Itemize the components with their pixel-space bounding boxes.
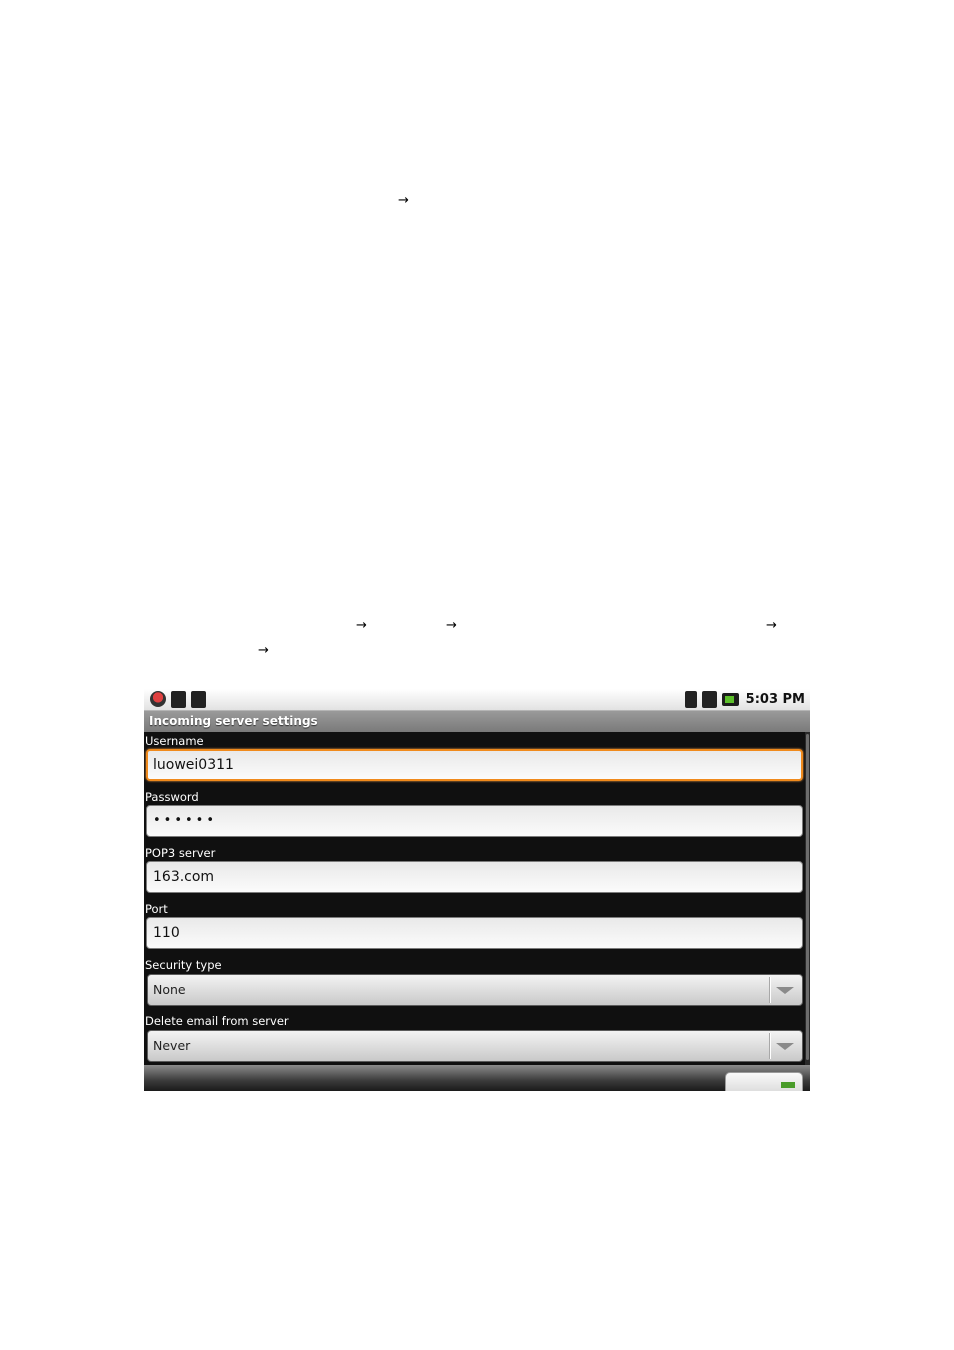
security-type-dropdown[interactable]: None bbox=[147, 974, 803, 1006]
dropdown-divider bbox=[769, 1033, 770, 1059]
arrow-glyph-5: → bbox=[258, 643, 269, 658]
port-label: Port bbox=[145, 902, 168, 916]
chevron-down-icon bbox=[776, 1043, 794, 1050]
arrow-glyph-2: → bbox=[356, 618, 367, 633]
battery-icon bbox=[721, 693, 739, 706]
security-type-label: Security type bbox=[145, 958, 222, 972]
status-bar: 5:03 PM bbox=[144, 689, 810, 711]
arrow-glyph-3: → bbox=[446, 618, 457, 633]
server-field[interactable]: 163.com bbox=[146, 861, 803, 893]
status-time: 5:03 PM bbox=[745, 692, 805, 707]
next-indicator-icon bbox=[781, 1082, 795, 1088]
password-label: Password bbox=[145, 790, 199, 804]
wifi-icon bbox=[684, 691, 697, 708]
port-field[interactable]: 110 bbox=[146, 917, 803, 949]
email-settings-screenshot: 5:03 PM Incoming server settings Usernam… bbox=[144, 689, 810, 1091]
username-field[interactable]: luowei0311 bbox=[146, 749, 803, 781]
next-button[interactable] bbox=[725, 1072, 803, 1091]
scrollbar-thumb[interactable] bbox=[806, 734, 809, 1060]
server-label: POP3 server bbox=[145, 846, 216, 860]
screen-title: Incoming server settings bbox=[144, 711, 810, 732]
scrollbar[interactable] bbox=[805, 732, 810, 1065]
username-label: Username bbox=[145, 734, 204, 748]
security-type-value: None bbox=[153, 982, 186, 997]
password-field[interactable]: •••••• bbox=[146, 805, 803, 837]
bottom-button-bar bbox=[144, 1065, 810, 1091]
arrow-glyph-4: → bbox=[766, 618, 777, 633]
delete-email-value: Never bbox=[153, 1038, 191, 1053]
notification-icon bbox=[150, 691, 166, 707]
arrow-glyph-1: → bbox=[398, 193, 409, 208]
chevron-down-icon bbox=[776, 987, 794, 994]
sd-card-icon bbox=[171, 691, 186, 708]
settings-form: Username luowei0311 Password •••••• POP3… bbox=[144, 732, 805, 1065]
delete-email-label: Delete email from server bbox=[145, 1014, 289, 1028]
dropdown-divider bbox=[769, 977, 770, 1003]
usb-icon bbox=[191, 691, 206, 708]
delete-email-dropdown[interactable]: Never bbox=[147, 1030, 803, 1062]
signal-icon bbox=[701, 691, 717, 708]
